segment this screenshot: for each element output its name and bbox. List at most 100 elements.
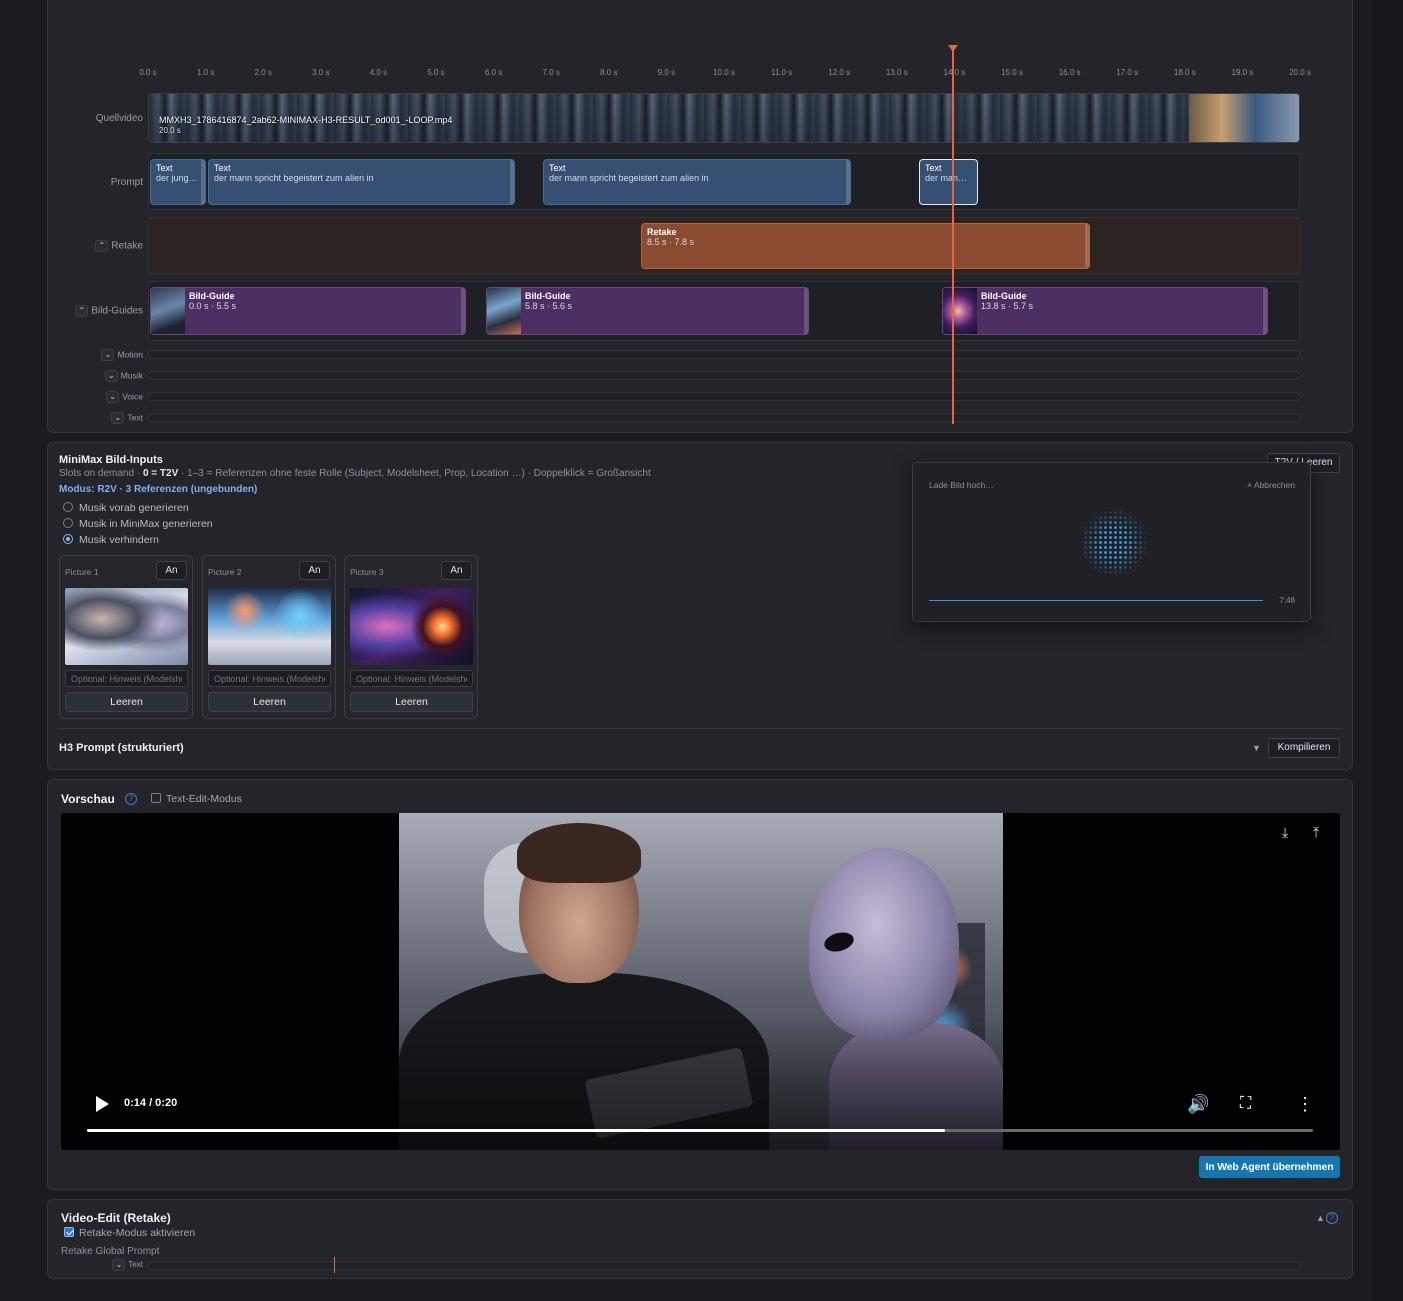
volume-icon[interactable]: 🔊 <box>1187 1094 1209 1114</box>
clip-subtitle: der mann spricht begeistert zum alien in <box>214 173 374 183</box>
motion-lane[interactable] <box>148 350 1300 359</box>
picture-toggle-button[interactable]: An <box>299 561 330 580</box>
radio-icon[interactable] <box>63 518 73 528</box>
web-agent-button[interactable]: In Web Agent übernehmen <box>1199 1156 1340 1178</box>
prompt-clip[interactable]: Text der mann spricht begeistert zum ali… <box>208 159 515 205</box>
help-icon[interactable]: ? <box>125 793 137 805</box>
prompt-clip[interactable]: Text der mann spricht begeistert zum ali… <box>543 159 851 205</box>
video-progress-track[interactable] <box>87 1129 1313 1132</box>
prompt-clip[interactable]: Text der junge ... <box>150 159 206 205</box>
clip-resize-handle[interactable] <box>846 160 850 204</box>
clip-resize-handle[interactable] <box>201 160 205 204</box>
more-options-icon[interactable]: ⋮ <box>1296 1094 1314 1114</box>
ruler-tick-label: 19.0 s <box>1231 68 1254 77</box>
text-edit-toggle[interactable]: Text-Edit-Modus <box>151 793 242 805</box>
h3-prompt-title[interactable]: H3 Prompt (strukturiert) <box>59 742 184 754</box>
playhead-handle-icon[interactable] <box>948 45 959 52</box>
retake-playhead-line <box>334 1257 335 1273</box>
clip-resize-handle[interactable] <box>461 288 465 334</box>
video-player[interactable]: ⤓ ⤒ 0:14 / 0:20 🔊 ⛶ ⋮ <box>61 813 1340 1150</box>
collapse-triangle-down-icon[interactable]: ▼ <box>1252 743 1261 753</box>
picture-preview-image[interactable] <box>65 588 188 665</box>
track-label-text: ⌄ Text <box>48 412 143 424</box>
prompt-lane[interactable]: Text der junge ... Text der mann spricht… <box>148 153 1300 210</box>
expand-chevron-down-icon[interactable]: ⌄ <box>104 370 118 382</box>
collapse-chevron-up-icon[interactable]: ⌃ <box>75 305 89 317</box>
retake-clip[interactable]: Retake 8.5 s · 7.8 s <box>641 223 1090 269</box>
expand-chevron-down-icon[interactable]: ⌄ <box>101 349 115 361</box>
clip-title: Bild-Guide <box>189 291 235 301</box>
guide-clip[interactable]: Bild-Guide 5.8 s · 5.6 s <box>486 287 809 335</box>
help-icon[interactable]: ? <box>1326 1212 1338 1224</box>
picture-slot-1[interactable]: Picture 1 An Leeren <box>59 555 193 719</box>
radio-icon[interactable] <box>63 502 73 512</box>
track-label-guides-text: Bild-Guides <box>91 305 143 317</box>
collapse-triangle-up-icon[interactable]: ▲ <box>1316 1213 1325 1223</box>
voice-lane[interactable] <box>148 392 1300 401</box>
playhead-line[interactable] <box>952 46 955 424</box>
picture-hint-input[interactable] <box>65 670 188 687</box>
expand-chevron-down-icon[interactable]: ⌄ <box>112 1259 126 1271</box>
editor-page: 0.0 s 1.0 s 2.0 s 3.0 s 4.0 s 5.0 s 6.0 s 7.0 s… <box>0 0 1403 1301</box>
guide-thumbnail <box>487 288 521 334</box>
guide-thumbnail <box>151 288 185 334</box>
checkbox-checked-icon[interactable] <box>64 1227 74 1237</box>
radio-label: Musik verhindern <box>79 534 159 546</box>
guide-clip[interactable]: Bild-Guide 0.0 s · 5.5 s <box>150 287 466 335</box>
fullscreen-icon[interactable]: ⛶ <box>1240 1094 1251 1114</box>
checkbox-icon[interactable] <box>151 793 161 803</box>
upload-icon[interactable]: ⤒ <box>1313 824 1319 841</box>
scene-vignette <box>399 813 1003 1150</box>
picture-preview-image[interactable] <box>350 588 473 665</box>
expand-chevron-down-icon[interactable]: ⌄ <box>106 391 120 403</box>
window-edge <box>1373 0 1403 1301</box>
clip-resize-handle[interactable] <box>804 288 808 334</box>
picture-slot-3[interactable]: Picture 3 An Leeren <box>344 555 478 719</box>
modus-indicator: Modus: R2V · 3 Referenzen (ungebunden) <box>59 484 258 495</box>
picture-label: Picture 1 <box>65 567 99 577</box>
ruler-tick-label: 0.0 s <box>139 68 157 77</box>
ruler-tick-label: 16.0 s <box>1058 68 1081 77</box>
filmstrip-end-frames <box>1189 94 1299 142</box>
picture-toggle-button[interactable]: An <box>156 561 187 580</box>
clip-subtitle: 0.0 s · 5.5 s <box>189 301 237 311</box>
track-label-motion-text: Motion <box>117 349 143 360</box>
ruler-tick-label: 12.0 s <box>828 68 851 77</box>
retake-lane[interactable]: Retake 8.5 s · 7.8 s <box>148 217 1300 274</box>
picture-clear-button[interactable]: Leeren <box>350 692 473 712</box>
subtitle-bold: 0 = T2V <box>142 468 179 479</box>
text-lane[interactable] <box>148 413 1300 422</box>
picture-hint-input[interactable] <box>350 670 473 687</box>
music-option-pregenerate[interactable]: Musik vorab generieren <box>63 502 189 514</box>
clip-resize-handle[interactable] <box>1085 224 1089 268</box>
prompt-clip-selected[interactable]: Text der mann ... <box>919 159 978 205</box>
source-video-filmstrip[interactable]: MMXH3_1786416874_2ab62-MINIMAX-H3-RESULT… <box>148 93 1300 143</box>
music-option-prevent[interactable]: Musik verhindern <box>63 534 159 546</box>
expand-chevron-down-icon[interactable]: ⌄ <box>111 412 125 424</box>
clip-resize-handle[interactable] <box>510 160 514 204</box>
clip-subtitle: der mann ... <box>925 173 972 183</box>
compile-button[interactable]: Kompilieren <box>1268 738 1340 758</box>
radio-selected-icon[interactable] <box>63 534 73 544</box>
picture-toggle-button[interactable]: An <box>441 561 472 580</box>
picture-clear-button[interactable]: Leeren <box>208 692 331 712</box>
picture-label: Picture 2 <box>208 567 242 577</box>
music-option-minimax[interactable]: Musik in MiniMax generieren <box>63 518 213 530</box>
video-frame <box>399 813 1003 1150</box>
play-icon[interactable] <box>96 1096 109 1112</box>
picture-preview-image[interactable] <box>208 588 331 665</box>
retake-text-lane[interactable] <box>148 1261 1300 1270</box>
guides-lane[interactable]: Bild-Guide 0.0 s · 5.5 s Bild-Guide 5.8 … <box>148 281 1300 341</box>
retake-enable-toggle[interactable]: Retake-Modus aktivieren <box>64 1227 195 1239</box>
music-lane[interactable] <box>148 371 1300 380</box>
guide-clip[interactable]: Bild-Guide 13.8 s · 5.7 s <box>942 287 1268 335</box>
picture-slot-2[interactable]: Picture 2 An Leeren <box>202 555 336 719</box>
picture-hint-input[interactable] <box>208 670 331 687</box>
picture-clear-button[interactable]: Leeren <box>65 692 188 712</box>
upload-cancel-button[interactable]: × Abbrechen <box>1247 480 1295 490</box>
collapse-chevron-up-icon[interactable]: ⌃ <box>95 240 109 252</box>
download-icon[interactable]: ⤓ <box>1282 824 1288 841</box>
preview-panel: Vorschau ? Text-Edit-Modus ⤓ ⤒ 0:14 / 0:… <box>47 779 1353 1190</box>
upload-time: 7:48 <box>1279 596 1295 605</box>
clip-resize-handle[interactable] <box>1263 288 1267 334</box>
